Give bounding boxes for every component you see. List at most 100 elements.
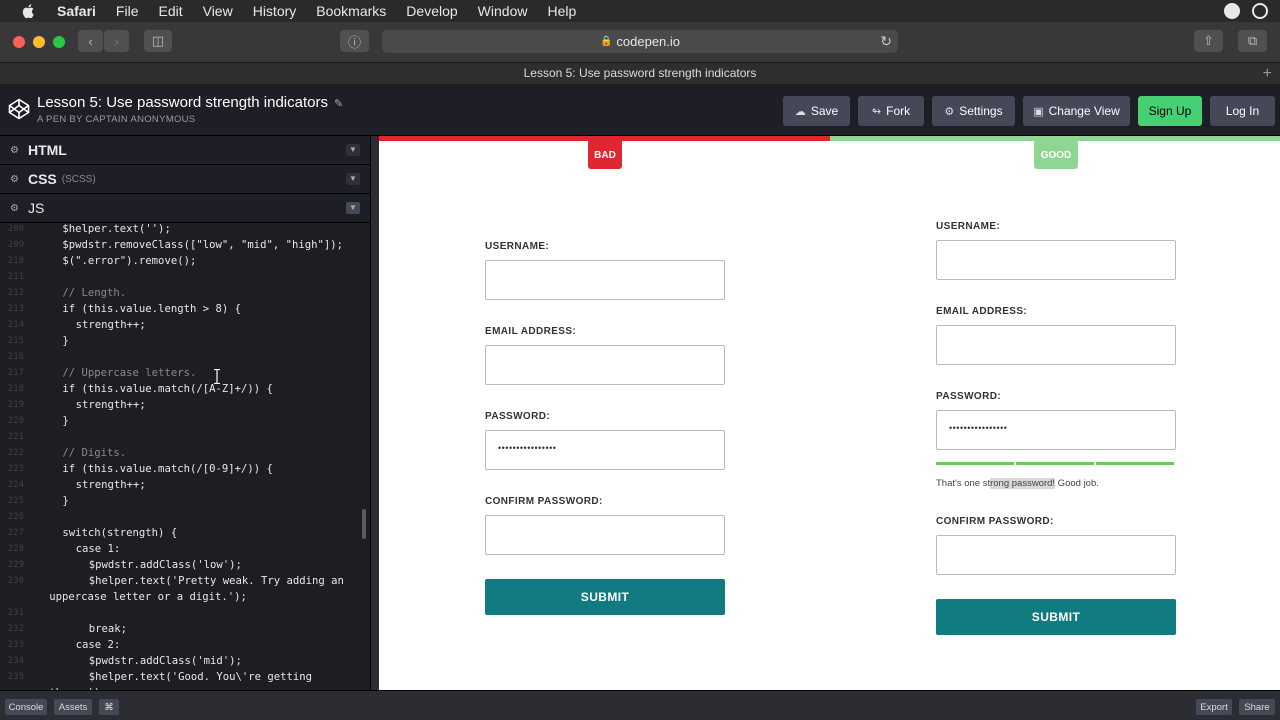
menu-develop[interactable]: Develop [406, 0, 457, 22]
console-button[interactable]: Console [5, 699, 47, 715]
bad-submit-button[interactable]: SUBMIT [485, 579, 725, 615]
code-line[interactable]: 222 // Digits. [0, 445, 370, 461]
code-line[interactable]: 219 strength++; [0, 397, 370, 413]
gear-icon[interactable]: ⚙ [10, 203, 19, 214]
keyboard-shortcuts-button[interactable]: ⌘ [99, 699, 119, 715]
menu-window[interactable]: Window [478, 0, 528, 22]
active-tab-title[interactable]: Lesson 5: Use password strength indicato… [524, 66, 757, 80]
settings-button[interactable]: ⚙ Settings [932, 96, 1015, 126]
bad-password-value: •••••••••••••••• [498, 443, 557, 453]
menu-bookmarks[interactable]: Bookmarks [316, 0, 386, 22]
menu-edit[interactable]: Edit [158, 0, 182, 22]
bad-username-label: USERNAME: [485, 241, 550, 252]
result-preview: BAD USERNAME: EMAIL ADDRESS: PASSWORD: •… [379, 136, 1280, 690]
code-line[interactable]: 216 [0, 349, 370, 365]
pencil-icon[interactable]: ✎ [334, 98, 343, 110]
back-icon[interactable]: ‹ [78, 30, 103, 52]
export-button[interactable]: Export [1196, 699, 1232, 715]
tabs-overview-icon[interactable]: ⧉ [1238, 30, 1267, 52]
assets-button[interactable]: Assets [54, 699, 92, 715]
code-line[interactable]: 227 switch(strength) { [0, 525, 370, 541]
code-line[interactable]: 210 $(".error").remove(); [0, 253, 370, 269]
code-line[interactable]: 228 case 1: [0, 541, 370, 557]
menu-history[interactable]: History [253, 0, 297, 22]
fork-button[interactable]: ↬ Fork [858, 96, 924, 126]
chevron-down-icon[interactable]: ▼ [346, 202, 360, 214]
address-bar[interactable]: 🔒 codepen.io ↻ [382, 30, 898, 53]
bad-username-input[interactable] [485, 260, 725, 300]
code-line[interactable]: 226 [0, 509, 370, 525]
good-confirm-input[interactable] [936, 535, 1176, 575]
reload-icon[interactable]: ↻ [880, 33, 892, 50]
code-line[interactable]: 211 [0, 269, 370, 285]
code-line[interactable]: 232 break; [0, 621, 370, 637]
spotlight-icon[interactable] [1252, 3, 1268, 19]
menu-view[interactable]: View [203, 0, 233, 22]
share-button[interactable]: Share [1239, 699, 1275, 715]
code-line[interactable]: 213 if (this.value.length > 8) { [0, 301, 370, 317]
share-icon[interactable]: ⇧ [1194, 30, 1223, 52]
code-line[interactable]: 209 $pwdstr.removeClass(["low", "mid", "h… [0, 237, 370, 253]
menu-file[interactable]: File [116, 0, 139, 22]
good-email-input[interactable] [936, 325, 1176, 365]
tab-bar: Lesson 5: Use password strength indicato… [0, 62, 1280, 84]
code-line[interactable]: 229 $pwdstr.addClass('low'); [0, 557, 370, 573]
code-line[interactable]: 235 $helper.text('Good. You\'re getting [0, 669, 370, 685]
good-submit-button[interactable]: SUBMIT [936, 599, 1176, 635]
bad-confirm-input[interactable] [485, 515, 725, 555]
code-line[interactable]: 218 if (this.value.match(/[A-Z]+/)) { [0, 381, 370, 397]
change-view-button[interactable]: ▣ Change View [1023, 96, 1130, 126]
code-line[interactable]: 214 strength++; [0, 317, 370, 333]
pen-title[interactable]: Lesson 5: Use password strength indicato… [37, 94, 343, 111]
code-line[interactable]: 220} [0, 413, 370, 429]
code-line[interactable]: 233 case 2: [0, 637, 370, 653]
code-line[interactable]: 234 $pwdstr.addClass('mid'); [0, 653, 370, 669]
good-password-label: PASSWORD: [936, 391, 1002, 402]
gear-icon[interactable]: ⚙ [10, 145, 19, 156]
log-in-button[interactable]: Log In [1210, 96, 1275, 126]
close-window-button[interactable] [13, 36, 25, 48]
js-pane-header[interactable]: ⚙ JS ▼ [0, 194, 370, 223]
menu-app-name[interactable]: Safari [57, 0, 96, 22]
record-icon[interactable] [1224, 3, 1240, 19]
code-line[interactable]: 217 // Uppercase letters. [0, 365, 370, 381]
code-line[interactable]: 212 // Length. [0, 285, 370, 301]
bad-password-input[interactable]: •••••••••••••••• [485, 430, 725, 470]
line-number: 224 [7, 480, 24, 490]
save-button[interactable]: ☁ Save [783, 96, 850, 126]
code-text: uppercase letter or a digit.'); [49, 591, 247, 603]
good-username-input[interactable] [936, 240, 1176, 280]
panel-resize-handle[interactable] [370, 136, 379, 690]
code-line[interactable]: 231 [0, 605, 370, 621]
minimize-window-button[interactable] [33, 36, 45, 48]
zoom-window-button[interactable] [53, 36, 65, 48]
code-line[interactable]: 230 $helper.text('Pretty weak. Try adding… [0, 573, 370, 589]
sign-up-button[interactable]: Sign Up [1138, 96, 1202, 126]
editor-scrollbar[interactable] [362, 509, 366, 539]
code-line[interactable]: uppercase letter or a digit.'); [0, 589, 370, 605]
forward-icon[interactable]: › [104, 30, 129, 52]
js-code-editor[interactable]: 208 $helper.text(''); 209 $pwdstr.removeCla… [0, 223, 370, 690]
chevron-down-icon[interactable]: ▼ [346, 144, 360, 156]
menu-help[interactable]: Help [547, 0, 576, 22]
chevron-down-icon[interactable]: ▼ [346, 173, 360, 185]
code-text: strength++; [75, 319, 146, 331]
code-line[interactable]: 215} [0, 333, 370, 349]
line-number: 233 [7, 640, 24, 650]
sidebar-icon[interactable]: ◫ [144, 30, 172, 52]
good-password-input[interactable]: •••••••••••••••• [936, 410, 1176, 450]
bad-email-input[interactable] [485, 345, 725, 385]
html-pane-header[interactable]: ⚙ HTML ▼ [0, 136, 370, 165]
new-tab-icon[interactable]: + [1263, 63, 1272, 84]
code-line[interactable]: 208 $helper.text(''); [0, 223, 370, 237]
code-line[interactable]: 224 strength++; [0, 477, 370, 493]
css-pane-header[interactable]: ⚙ CSS (SCSS) ▼ [0, 165, 370, 194]
gear-icon[interactable]: ⚙ [10, 174, 19, 185]
apple-icon[interactable] [21, 3, 37, 19]
code-line[interactable]: 221 [0, 429, 370, 445]
codepen-logo-icon[interactable] [8, 98, 30, 120]
code-line[interactable]: 223 if (this.value.match(/[0-9]+/)) { [0, 461, 370, 477]
line-number: 216 [7, 352, 24, 362]
privacy-report-icon[interactable]: ⓘ [340, 30, 369, 52]
code-line[interactable]: 225} [0, 493, 370, 509]
